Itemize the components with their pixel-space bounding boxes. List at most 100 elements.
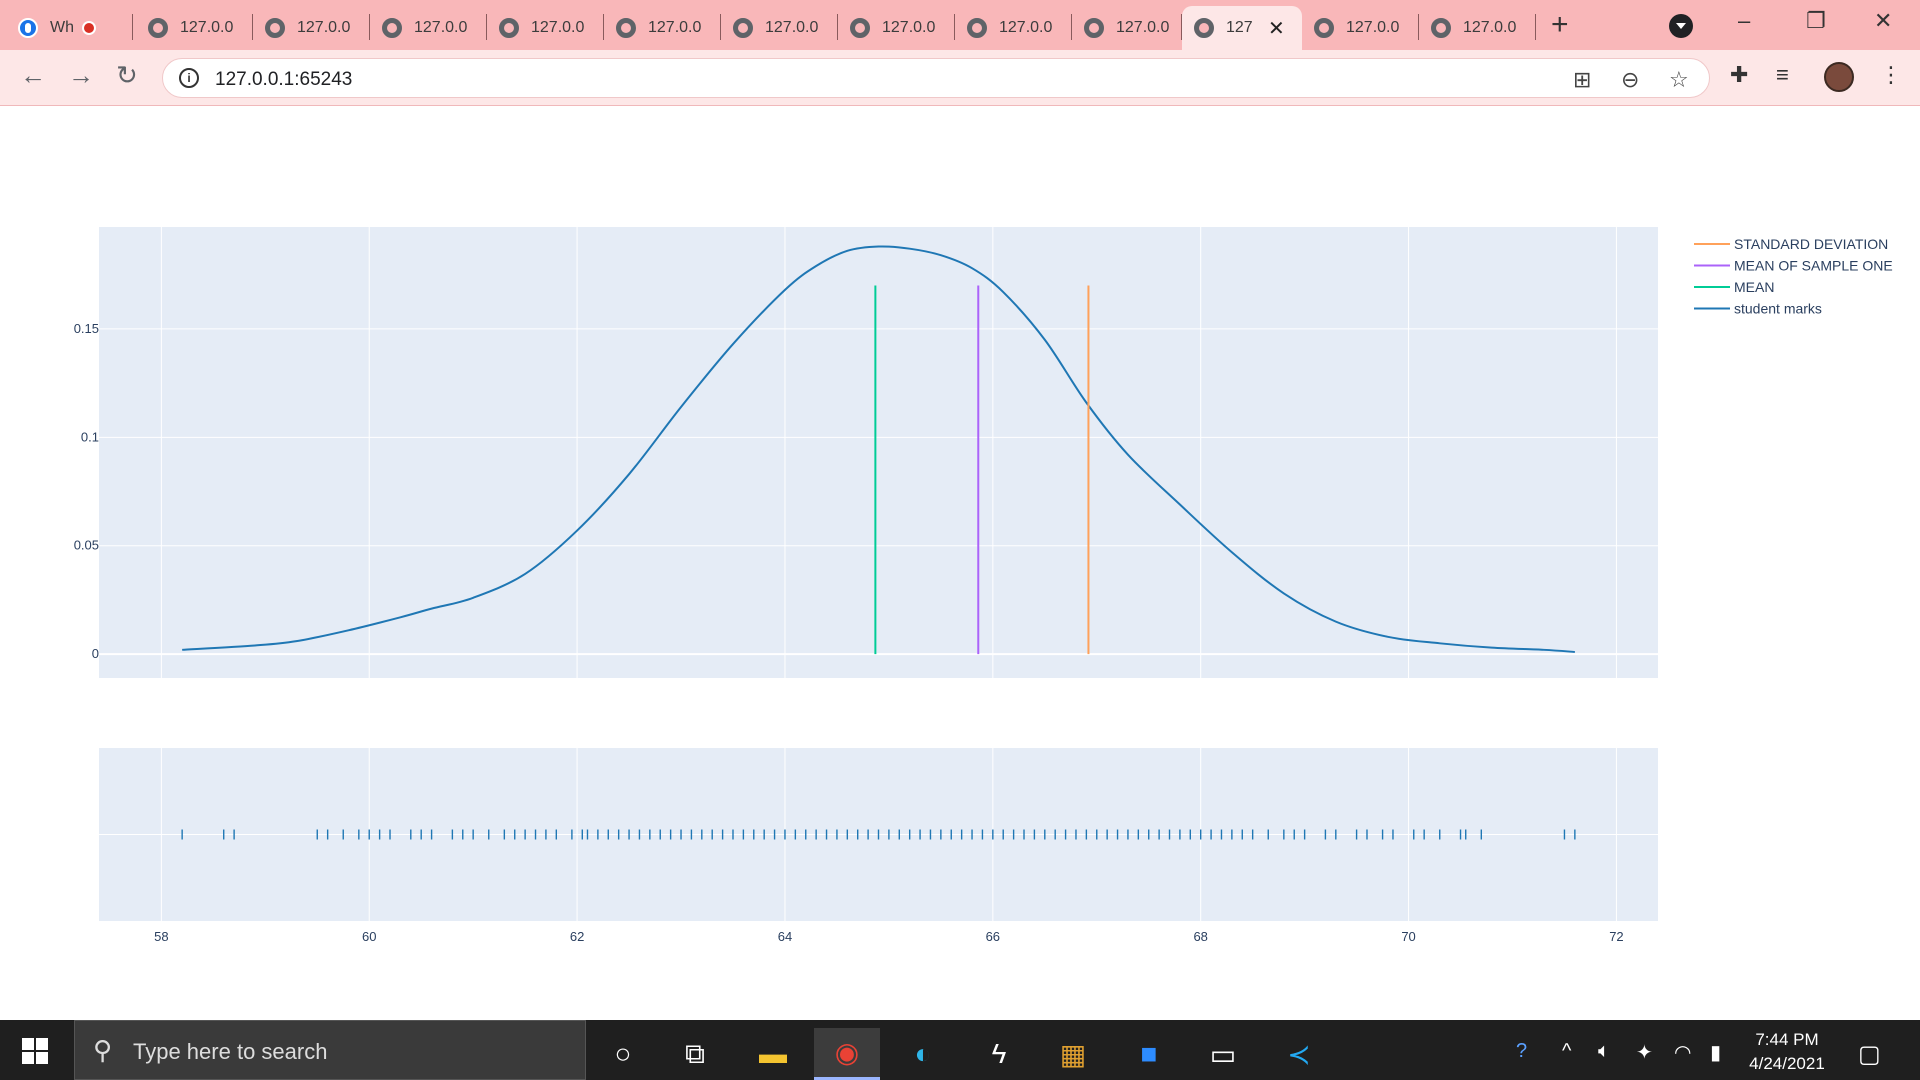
browser-tab[interactable]: 127 ✕: [1182, 6, 1302, 50]
browser-tab[interactable]: 127.0.0: [253, 6, 370, 50]
browser-tab[interactable]: 127.0.0: [955, 6, 1072, 50]
browser-tab[interactable]: 127.0.0: [1302, 6, 1419, 50]
new-tab-button[interactable]: +: [1551, 10, 1569, 40]
tab-separator: [132, 14, 133, 40]
browser-toolbar: ← → ↻ i 127.0.0.1:65243 ⊞ ⊖ ☆: [0, 50, 1920, 106]
x-tick-label: 66: [986, 929, 1000, 944]
forward-icon[interactable]: →: [68, 60, 94, 90]
vscode-icon[interactable]: ≺: [1266, 1028, 1332, 1080]
close-tab-icon[interactable]: ✕: [1268, 16, 1285, 41]
notifications-icon[interactable]: ▢: [1858, 1040, 1881, 1069]
cortana-icon[interactable]: ○: [590, 1028, 656, 1080]
file-explorer-icon[interactable]: ▬: [740, 1028, 806, 1080]
browser-tab[interactable]: 127.0.0: [721, 6, 838, 50]
globe-favicon-icon: [1194, 18, 1214, 38]
legend-item[interactable]: student marks: [1694, 301, 1822, 317]
reload-icon[interactable]: ↻: [116, 60, 138, 90]
legend-item[interactable]: MEAN OF SAMPLE ONE: [1694, 258, 1893, 274]
tab-title: 127.0.0: [180, 19, 234, 36]
tab-title: 127.0.0: [882, 19, 936, 36]
main-plot-area: [99, 227, 1658, 678]
tab-title: 127.0.0: [1463, 19, 1517, 36]
legend-label: STANDARD DEVIATION: [1734, 236, 1888, 252]
x-tick-label: 72: [1609, 929, 1623, 944]
y-tick-label: 0.05: [74, 538, 99, 553]
windows-taskbar: ⚲ Type here to search ○ ⧉ ▬ ◉ ◐ ϟ ▦ ■ ▭ …: [0, 1020, 1920, 1080]
url-text: 127.0.0.1:65243: [215, 69, 353, 90]
zoom-out-icon[interactable]: ⊖: [1621, 67, 1639, 93]
browser-tab[interactable]: 127.0.0: [604, 6, 721, 50]
minimize-icon[interactable]: –: [1738, 8, 1750, 34]
back-icon[interactable]: ←: [20, 60, 46, 90]
globe-favicon-icon: [967, 18, 987, 38]
globe-favicon-icon: [265, 18, 285, 38]
bookmark-star-icon[interactable]: ☆: [1669, 67, 1689, 93]
search-placeholder: Type here to search: [133, 1039, 328, 1064]
whatsapp-favicon-icon: [18, 18, 38, 38]
clock-time: 7:44 PM: [1755, 1030, 1819, 1049]
chrome-icon[interactable]: ◉: [814, 1028, 880, 1080]
globe-favicon-icon: [850, 18, 870, 38]
globe-favicon-icon: [1314, 18, 1334, 38]
chrome-menu-icon[interactable]: ⋮: [1880, 62, 1902, 88]
windows-start-icon[interactable]: [22, 1038, 48, 1064]
wifi-icon[interactable]: ◠: [1674, 1040, 1691, 1065]
globe-favicon-icon: [1431, 18, 1451, 38]
legend-label: MEAN: [1734, 279, 1774, 295]
microphone-icon[interactable]: ▮: [1710, 1040, 1721, 1065]
restore-icon[interactable]: ❐: [1806, 8, 1826, 34]
address-bar[interactable]: i 127.0.0.1:65243 ⊞ ⊖ ☆: [162, 58, 1710, 98]
browser-tab[interactable]: 127.0.0: [1072, 6, 1182, 50]
y-tick-label: 0.1: [81, 429, 99, 444]
tab-title: 127.0.0: [1346, 19, 1400, 36]
site-info-icon[interactable]: i: [179, 68, 199, 88]
volume-icon[interactable]: 🔈︎: [1598, 1040, 1610, 1063]
zoom-icon[interactable]: ■: [1116, 1028, 1182, 1080]
tab-title: 127: [1226, 19, 1253, 36]
browser-tab[interactable]: 127.0.0: [1419, 6, 1536, 50]
profile-avatar[interactable]: [1824, 62, 1854, 92]
tab-title: 127.0.0: [414, 19, 468, 36]
media-control-icon[interactable]: ≡: [1776, 62, 1789, 88]
browser-tab[interactable]: 127.0.0: [487, 6, 604, 50]
browser-tab[interactable]: 127.0.0: [838, 6, 955, 50]
store-icon[interactable]: ▦: [1040, 1028, 1106, 1080]
y-axis-ticks: 0 0.05 0.1 0.15: [74, 321, 99, 661]
task-view-icon[interactable]: ⧉: [662, 1028, 728, 1080]
tab-title: 127.0.0: [999, 19, 1053, 36]
browser-tab[interactable]: 127.0.0: [136, 6, 253, 50]
taskbar-search-input[interactable]: ⚲ Type here to search: [74, 1020, 586, 1080]
globe-favicon-icon: [382, 18, 402, 38]
recording-indicator-icon: [82, 21, 96, 35]
y-tick-label: 0: [92, 646, 99, 661]
tab-title: Wh: [50, 19, 74, 36]
plotly-figure: 0 0.05 0.1 0.15 58 60 62 64 66 68 70 72 STANDARD D…: [74, 227, 1893, 944]
extensions-puzzle-icon[interactable]: ✚: [1730, 62, 1748, 88]
qr-code-icon[interactable]: ⊞: [1573, 67, 1591, 93]
edge-icon[interactable]: ◐: [890, 1028, 956, 1080]
x-axis-ticks: 58 60 62 64 66 68 70 72: [154, 929, 1624, 944]
globe-favicon-icon: [733, 18, 753, 38]
tab-search-dropdown-icon[interactable]: [1669, 14, 1693, 38]
tab-title: 127.0.0: [531, 19, 585, 36]
close-window-icon[interactable]: ✕: [1874, 8, 1892, 34]
dropbox-icon[interactable]: ✦: [1636, 1040, 1653, 1065]
legend-item[interactable]: MEAN: [1694, 279, 1774, 295]
spyder-icon[interactable]: ϟ: [966, 1028, 1032, 1080]
tab-strip: Wh 127.0.0 127.0.0 127.0.0 127.0.0 127.0.0 127…: [0, 0, 1920, 50]
terminal-icon[interactable]: ▭: [1190, 1028, 1256, 1080]
legend-label: student marks: [1734, 301, 1822, 317]
legend-label: MEAN OF SAMPLE ONE: [1734, 258, 1893, 274]
x-tick-label: 60: [362, 929, 376, 944]
browser-tab[interactable]: 127.0.0: [370, 6, 487, 50]
legend[interactable]: STANDARD DEVIATION MEAN OF SAMPLE ONE MEAN…: [1694, 236, 1893, 317]
tab-separator: [1535, 14, 1536, 40]
legend-item[interactable]: STANDARD DEVIATION: [1694, 236, 1888, 252]
clock[interactable]: 7:44 PM 4/24/2021: [1740, 1028, 1834, 1076]
tab-title: 127.0.0: [297, 19, 351, 36]
x-tick-label: 62: [570, 929, 584, 944]
browser-tab[interactable]: Wh: [6, 6, 133, 50]
x-tick-label: 68: [1193, 929, 1207, 944]
help-icon[interactable]: ?: [1516, 1040, 1527, 1063]
show-hidden-icons-chevron-up-icon[interactable]: ^: [1562, 1040, 1571, 1063]
